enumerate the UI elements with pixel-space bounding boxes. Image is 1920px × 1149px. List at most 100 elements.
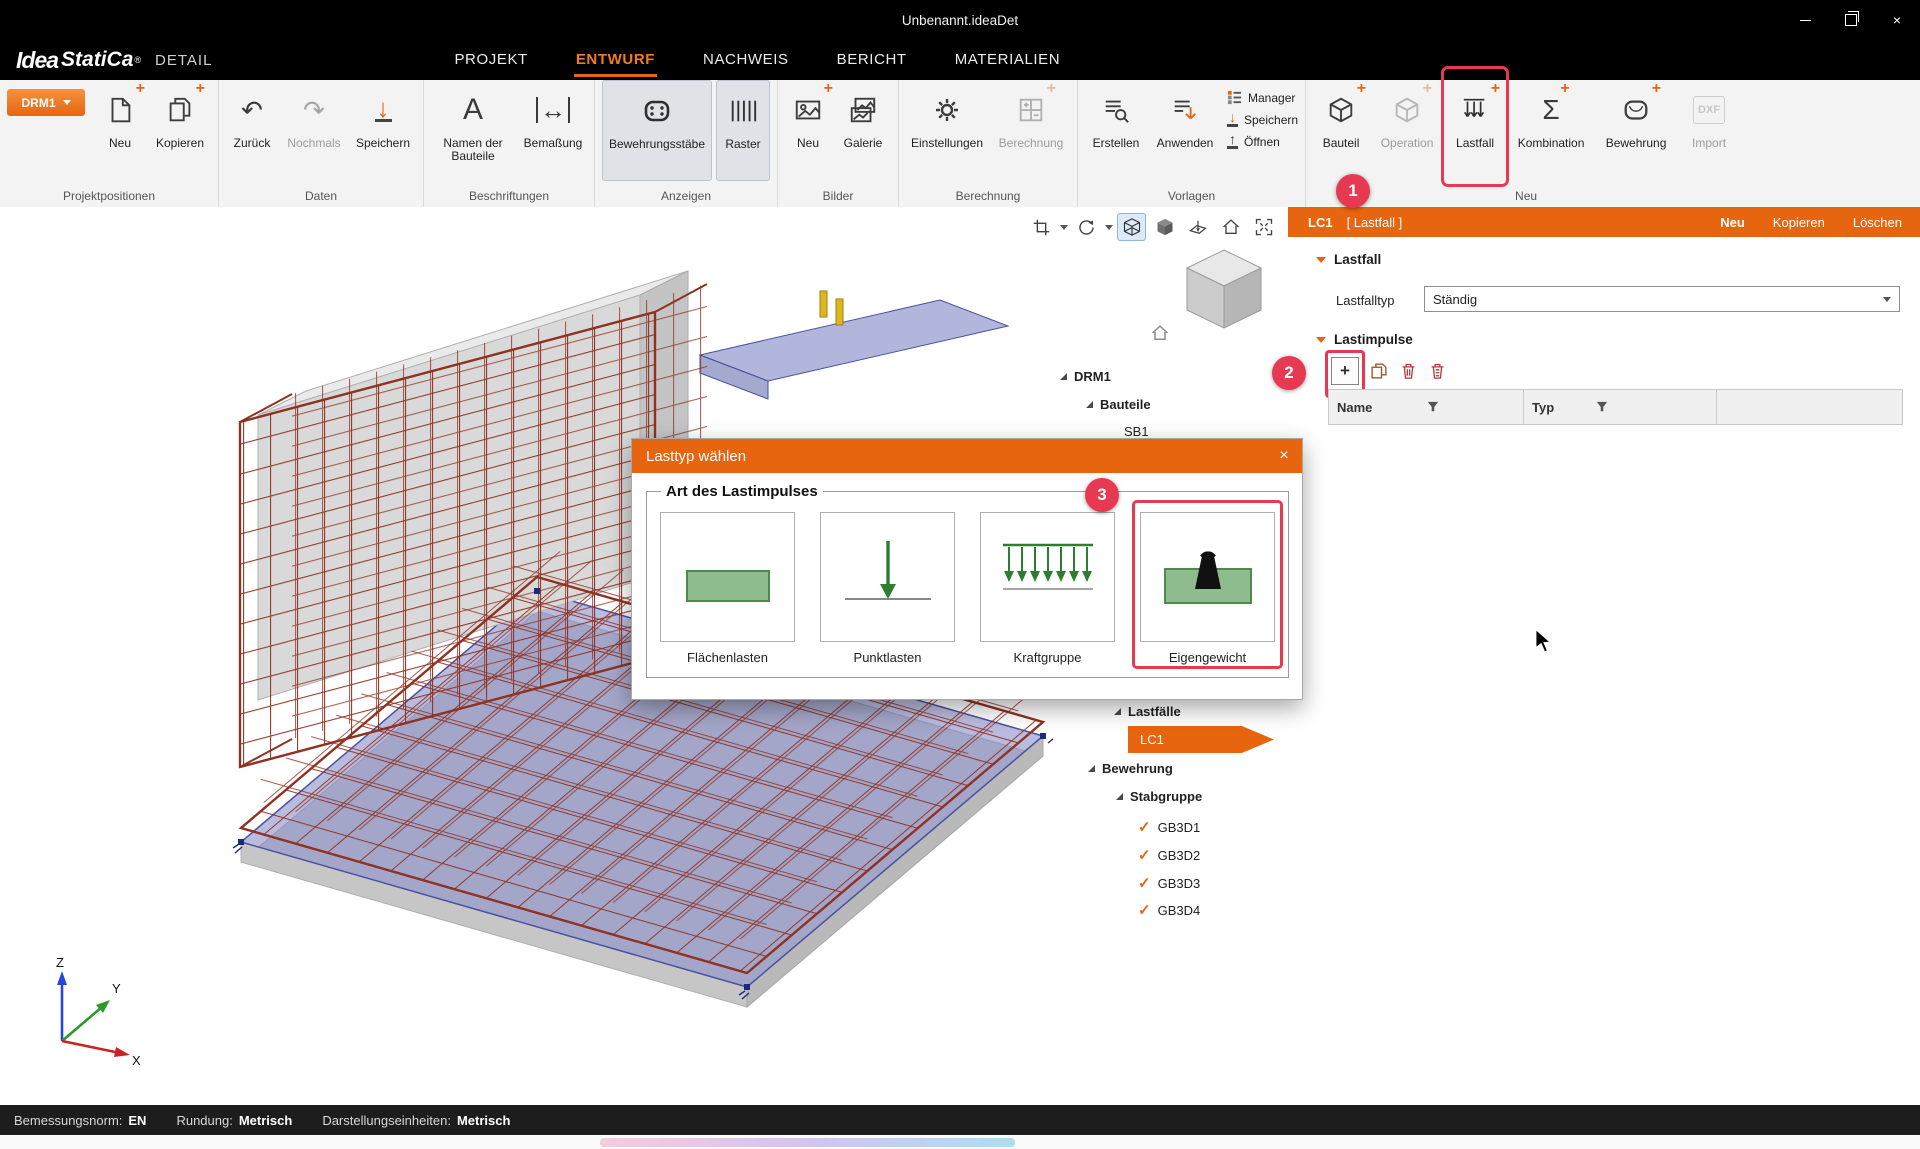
dxf-icon: DXF: [1693, 96, 1725, 124]
menubar: Idea StatiCa ® DETAIL PROJEKT ENTWURF NA…: [0, 40, 1920, 80]
copy-plus-icon: +: [165, 86, 195, 134]
expander-icon: [1086, 401, 1093, 408]
zoom-fit-button[interactable]: [1249, 213, 1278, 241]
neu-projekt-button[interactable]: + Neu: [95, 80, 145, 181]
section-lastimpulse[interactable]: Lastimpulse: [1316, 332, 1413, 347]
bemassung-button[interactable]: ↔ Bemaßung: [519, 80, 587, 181]
lastfalltyp-label: Lastfalltyp: [1336, 293, 1395, 308]
project-selector-dropdown[interactable]: DRM1: [7, 89, 85, 116]
selected-object-name: LC1: [1308, 215, 1333, 230]
stirrup-plus-icon: +: [1621, 86, 1651, 134]
properties-loeschen-button[interactable]: Löschen: [1853, 215, 1902, 230]
product-name: DETAIL: [155, 52, 212, 69]
checkbox-checked-icon[interactable]: ✓: [1138, 820, 1151, 835]
tree-item-gb3d1[interactable]: ✓ GB3D1: [1138, 814, 1200, 840]
tab-nachweis[interactable]: NACHWEIS: [701, 43, 791, 77]
template-create-icon: [1101, 86, 1131, 134]
chevron-down-icon[interactable]: [1105, 225, 1113, 230]
add-lastimpuls-button[interactable]: +: [1331, 357, 1359, 385]
cube-home-icon[interactable]: [1150, 323, 1170, 343]
kopieren-button[interactable]: + Kopieren: [149, 80, 211, 181]
tree-item-gb3d2[interactable]: ✓ GB3D2: [1138, 842, 1200, 868]
dialog-close-button[interactable]: ×: [1266, 439, 1302, 473]
manager-button[interactable]: Manager: [1227, 90, 1298, 105]
save-template-icon: ↓: [1227, 112, 1238, 127]
namen-der-bauteile-button[interactable]: A Namen der Bauteile: [431, 80, 515, 181]
home-view-button[interactable]: [1216, 213, 1245, 241]
tree-item-stabgruppe[interactable]: Stabgruppe: [1116, 783, 1202, 809]
dialog-titlebar[interactable]: Lasttyp wählen ×: [632, 439, 1302, 473]
tab-entwurf[interactable]: ENTWURF: [574, 43, 657, 77]
checkbox-checked-icon[interactable]: ✓: [1138, 876, 1151, 891]
expander-icon: [1088, 765, 1095, 772]
bewehrung-neu-button[interactable]: + Bewehrung: [1597, 80, 1675, 181]
chevron-down-icon[interactable]: [1060, 225, 1068, 230]
section-lastfall[interactable]: Lastfall: [1316, 252, 1381, 267]
vorlage-oeffnen-button[interactable]: ↑ Öffnen: [1227, 134, 1298, 149]
tree-item-bauteile[interactable]: Bauteile: [1086, 391, 1151, 417]
option-kraftgruppe[interactable]: Kraftgruppe: [979, 512, 1116, 665]
tree-item-lastfaelle[interactable]: Lastfälle: [1114, 698, 1181, 724]
tab-bericht[interactable]: BERICHT: [835, 43, 909, 77]
delete-all-lastimpulse-button[interactable]: [1428, 361, 1447, 381]
properties-neu-button[interactable]: Neu: [1720, 215, 1745, 230]
undo-icon: ↶: [241, 97, 263, 123]
einstellungen-button[interactable]: Einstellungen: [906, 80, 988, 181]
dimension-icon: ↔: [536, 97, 570, 123]
vorlage-speichern-button[interactable]: ↓ Speichern: [1227, 112, 1298, 127]
column-header-name[interactable]: Name: [1328, 389, 1524, 425]
expander-icon: [1116, 793, 1123, 800]
restore-icon: [1845, 14, 1857, 26]
checkbox-checked-icon[interactable]: ✓: [1138, 848, 1151, 863]
axis-x-label: X: [132, 1053, 141, 1065]
tab-projekt[interactable]: PROJEKT: [452, 43, 529, 77]
maximize-button[interactable]: [1828, 0, 1874, 40]
tree-item-gb3d3[interactable]: ✓ GB3D3: [1138, 870, 1200, 896]
kombination-button[interactable]: Σ + Kombination: [1509, 80, 1593, 181]
tab-materialien[interactable]: MATERIALIEN: [953, 43, 1063, 77]
rotate-view-button[interactable]: [1072, 213, 1101, 241]
cube-plus-icon: +: [1326, 86, 1356, 134]
neu-bild-button[interactable]: + Neu: [785, 80, 831, 181]
checkbox-checked-icon[interactable]: ✓: [1138, 903, 1151, 918]
lastfalltyp-select[interactable]: Ständig: [1424, 286, 1900, 312]
berechnung-button: + Berechnung: [992, 80, 1070, 181]
option-punktlasten[interactable]: Punktlasten: [819, 512, 956, 665]
stirrup-icon: [641, 87, 673, 135]
delete-lastimpuls-button[interactable]: [1399, 361, 1418, 381]
redo-icon: ↷: [303, 97, 325, 123]
speichern-button[interactable]: ↓ Speichern: [350, 80, 416, 181]
raster-toggle[interactable]: Raster: [716, 80, 770, 181]
gallery-icon: [848, 86, 878, 134]
minimize-button[interactable]: [1782, 0, 1828, 40]
copy-lastimpuls-button[interactable]: [1369, 361, 1389, 381]
solid-view-button[interactable]: [1150, 213, 1179, 241]
tree-item-gb3d4[interactable]: ✓ GB3D4: [1138, 897, 1200, 923]
tree-item-bewehrung[interactable]: Bewehrung: [1088, 755, 1173, 781]
ribbon-group-berechnung: Einstellungen + Berechnung Berechnung: [899, 80, 1078, 207]
expander-icon: [1060, 373, 1067, 380]
wireframe-view-button[interactable]: [1117, 213, 1146, 241]
bewehrungsstaebe-toggle[interactable]: Bewehrungsstäbe: [602, 80, 712, 181]
close-button[interactable]: ×: [1874, 0, 1920, 40]
filter-icon[interactable]: [1596, 401, 1608, 413]
galerie-button[interactable]: Galerie: [835, 80, 891, 181]
column-header-typ[interactable]: Typ: [1523, 389, 1717, 425]
anwenden-button[interactable]: Anwenden: [1151, 80, 1219, 181]
section-view-button[interactable]: [1183, 213, 1212, 241]
viewport-toolbar: [1027, 213, 1278, 241]
erstellen-button[interactable]: Erstellen: [1085, 80, 1147, 181]
filter-icon[interactable]: [1427, 401, 1439, 413]
option-flaechenlasten[interactable]: Flächenlasten: [659, 512, 796, 665]
axis-z-label: Z: [56, 955, 64, 970]
bottom-strip: [0, 1135, 1920, 1149]
properties-kopieren-button[interactable]: Kopieren: [1773, 215, 1825, 230]
tree-item-drm1[interactable]: DRM1: [1060, 363, 1111, 389]
lastfall-button[interactable]: + Lastfall: [1445, 80, 1505, 181]
option-eigengewicht[interactable]: Eigengewicht: [1139, 512, 1276, 665]
crop-view-button[interactable]: [1027, 213, 1056, 241]
navigation-cube[interactable]: [1178, 243, 1270, 335]
zurueck-button[interactable]: ↶ Zurück: [226, 80, 278, 181]
app-window: Unbenannt.ideaDet × Idea StatiCa ® DETAI…: [0, 0, 1920, 1149]
bauteil-button[interactable]: + Bauteil: [1313, 80, 1369, 181]
